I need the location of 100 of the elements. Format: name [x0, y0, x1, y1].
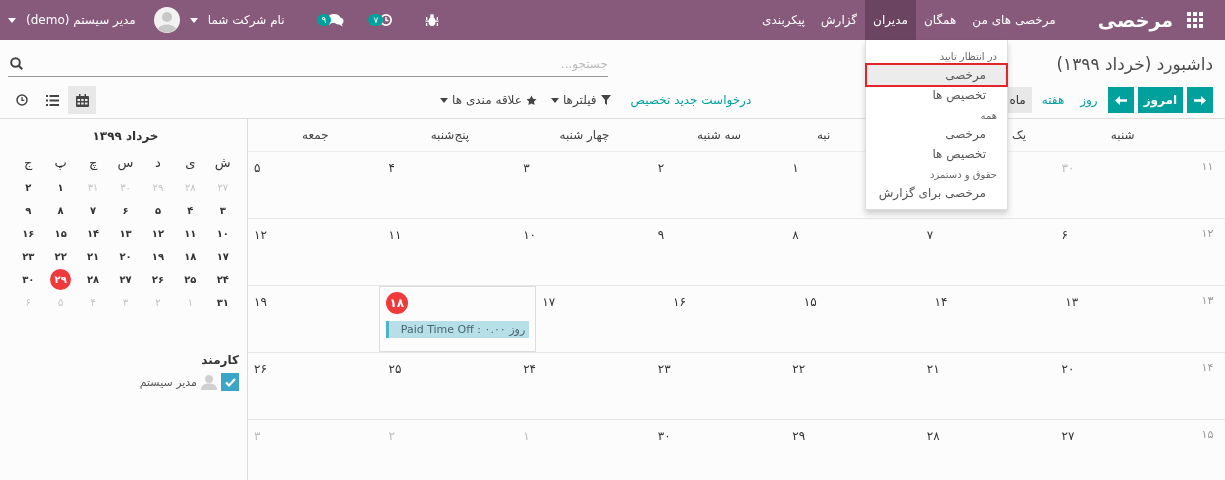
week-number: ۱۲	[1201, 227, 1214, 241]
day-number[interactable]: ۲۳	[22, 251, 35, 262]
search-field[interactable]: جستجو...	[8, 51, 608, 77]
day-number[interactable]: ۶	[122, 205, 129, 216]
weekday-header: سه شنبه	[697, 128, 742, 142]
day-number: ۱۹	[254, 295, 267, 309]
weekday-header: شنبه	[1110, 128, 1135, 142]
day-number: ۱۲	[254, 228, 267, 242]
day-number[interactable]: ۱۸	[184, 251, 197, 262]
menu-item[interactable]: همگان	[915, 0, 965, 40]
day-number[interactable]: ۱۵	[54, 228, 67, 239]
day-number: ۲۶	[254, 362, 267, 376]
day-number: ۴	[388, 161, 396, 175]
day-number[interactable]: ۱۶	[22, 228, 35, 239]
employee-name: مدیر سیستم	[139, 375, 197, 389]
day-number: ۳۰	[657, 429, 671, 443]
day-number[interactable]: ۳۰	[22, 274, 35, 285]
day-number: ۲۵	[388, 362, 402, 376]
day-number: ۲۹	[792, 429, 806, 443]
day-number[interactable]: ۱۷	[216, 251, 229, 262]
day-number[interactable]: ۱۹	[151, 251, 165, 262]
menu-section-header: حقوق و دستمزد	[929, 168, 998, 183]
day-number[interactable]: ۱۴	[86, 228, 100, 239]
app-title: مرخصی	[1097, 9, 1173, 31]
menu-item[interactable]: مدیران	[865, 0, 916, 40]
day-number: ۸	[792, 228, 799, 242]
day-number: ۱۳	[1065, 295, 1079, 309]
user-menu[interactable]: مدیر سیستم (demo)	[26, 13, 136, 27]
check-icon	[224, 377, 236, 387]
day-number: ۲۰	[1061, 362, 1075, 376]
search-icon[interactable]	[10, 57, 23, 70]
day-number: ۲۷	[1061, 429, 1075, 443]
menu-item[interactable]: مرخصی های من	[964, 0, 1064, 40]
menu-item[interactable]: پیکربندی	[754, 0, 813, 40]
day-number[interactable]: ۳۱	[216, 297, 229, 308]
message-count: ۹	[316, 14, 332, 26]
menu-item[interactable]: گزارش	[812, 0, 866, 40]
day-number: ۱۵	[803, 295, 817, 309]
day-number[interactable]: ۱۲	[151, 228, 165, 239]
dropdown-item[interactable]: تخصیص ها	[867, 144, 1006, 164]
day-number[interactable]: ۲۰	[119, 251, 132, 262]
weekday-label: ج	[23, 155, 34, 172]
day-number[interactable]: ۲۵	[184, 274, 197, 285]
calendar-icon	[75, 93, 89, 107]
next-button[interactable]	[1187, 87, 1213, 113]
avatar-icon[interactable]	[153, 7, 180, 33]
day-number: ۲۲	[792, 362, 806, 376]
day-number[interactable]: ۱۳	[119, 228, 132, 239]
day-number[interactable]: ۱۱	[184, 228, 197, 239]
day-number: ۱۶	[672, 295, 686, 309]
weekday-label: چ	[87, 155, 99, 172]
day-number: ۱	[792, 161, 799, 175]
day-number[interactable]: ۲۹	[50, 269, 72, 290]
day-number[interactable]: ۲۲	[54, 251, 67, 262]
dropdown-item[interactable]: تخصیص ها	[867, 85, 1006, 105]
day-number[interactable]: ۵	[154, 205, 161, 216]
person-icon	[201, 374, 217, 390]
day-number: ۱۷	[542, 295, 556, 309]
clock-icon	[16, 94, 28, 106]
weekday-header: پنج‌شنبه	[430, 128, 470, 142]
menu-section-header: همه	[979, 109, 998, 123]
breadcrumb: داشبورد (خرداد ۱۳۹۹)	[1056, 54, 1213, 74]
day-number: ۳۰	[1061, 161, 1075, 175]
day-number[interactable]: ۸	[57, 205, 64, 216]
day-number[interactable]: ۲۶	[151, 274, 165, 285]
day-number[interactable]: ۹	[25, 205, 32, 216]
day-number[interactable]: ۴	[187, 205, 194, 216]
dropdown-item[interactable]: مرخصی	[867, 124, 1006, 144]
dropdown-item[interactable]: مرخصی	[867, 65, 1006, 85]
dropdown-item[interactable]: مرخصی برای گزارش	[867, 183, 1006, 203]
favorites-dropdown[interactable]: علاقه مندی ها	[440, 93, 537, 107]
day-number: ۲۳	[657, 362, 671, 376]
day-number: ۲	[657, 161, 665, 175]
week-number: ۱۳	[1201, 294, 1214, 308]
day-number[interactable]: ۲۸	[86, 274, 100, 285]
day-number[interactable]: ۲۷	[119, 274, 132, 285]
checkbox[interactable]	[221, 373, 239, 391]
day-number[interactable]: ۱۰	[216, 228, 229, 239]
calendar-event[interactable]: Paid Time Off : ۰.۰۰ روز	[385, 321, 530, 338]
filters-dropdown[interactable]: فیلترها	[550, 93, 611, 107]
company-switcher[interactable]: نام شرکت شما	[207, 13, 285, 27]
day-number[interactable]: ۳	[219, 205, 226, 216]
day-number[interactable]: ۲	[25, 182, 32, 193]
bug-icon[interactable]	[425, 13, 440, 27]
menu-section-header: در انتظار تایید	[938, 50, 998, 64]
day-number[interactable]: ۷	[90, 205, 97, 216]
weekday-label: ش	[213, 155, 232, 173]
view-switch-button[interactable]	[68, 86, 96, 114]
weekday-header: جمعه	[302, 128, 329, 142]
day-number: ۹	[657, 228, 665, 242]
day-number[interactable]: ۱	[57, 182, 64, 193]
weekday-label: س	[116, 155, 135, 173]
weekday-label: ی	[184, 155, 197, 172]
day-number[interactable]: ۲۴	[216, 274, 229, 285]
caret-icon	[8, 17, 16, 23]
day-number: ۲	[388, 429, 396, 443]
previous-button[interactable]	[1107, 87, 1134, 113]
week-number: ۱۱	[1201, 160, 1214, 174]
day-number[interactable]: ۲۱	[86, 251, 100, 262]
apps-menu-icon[interactable]	[1187, 12, 1203, 28]
